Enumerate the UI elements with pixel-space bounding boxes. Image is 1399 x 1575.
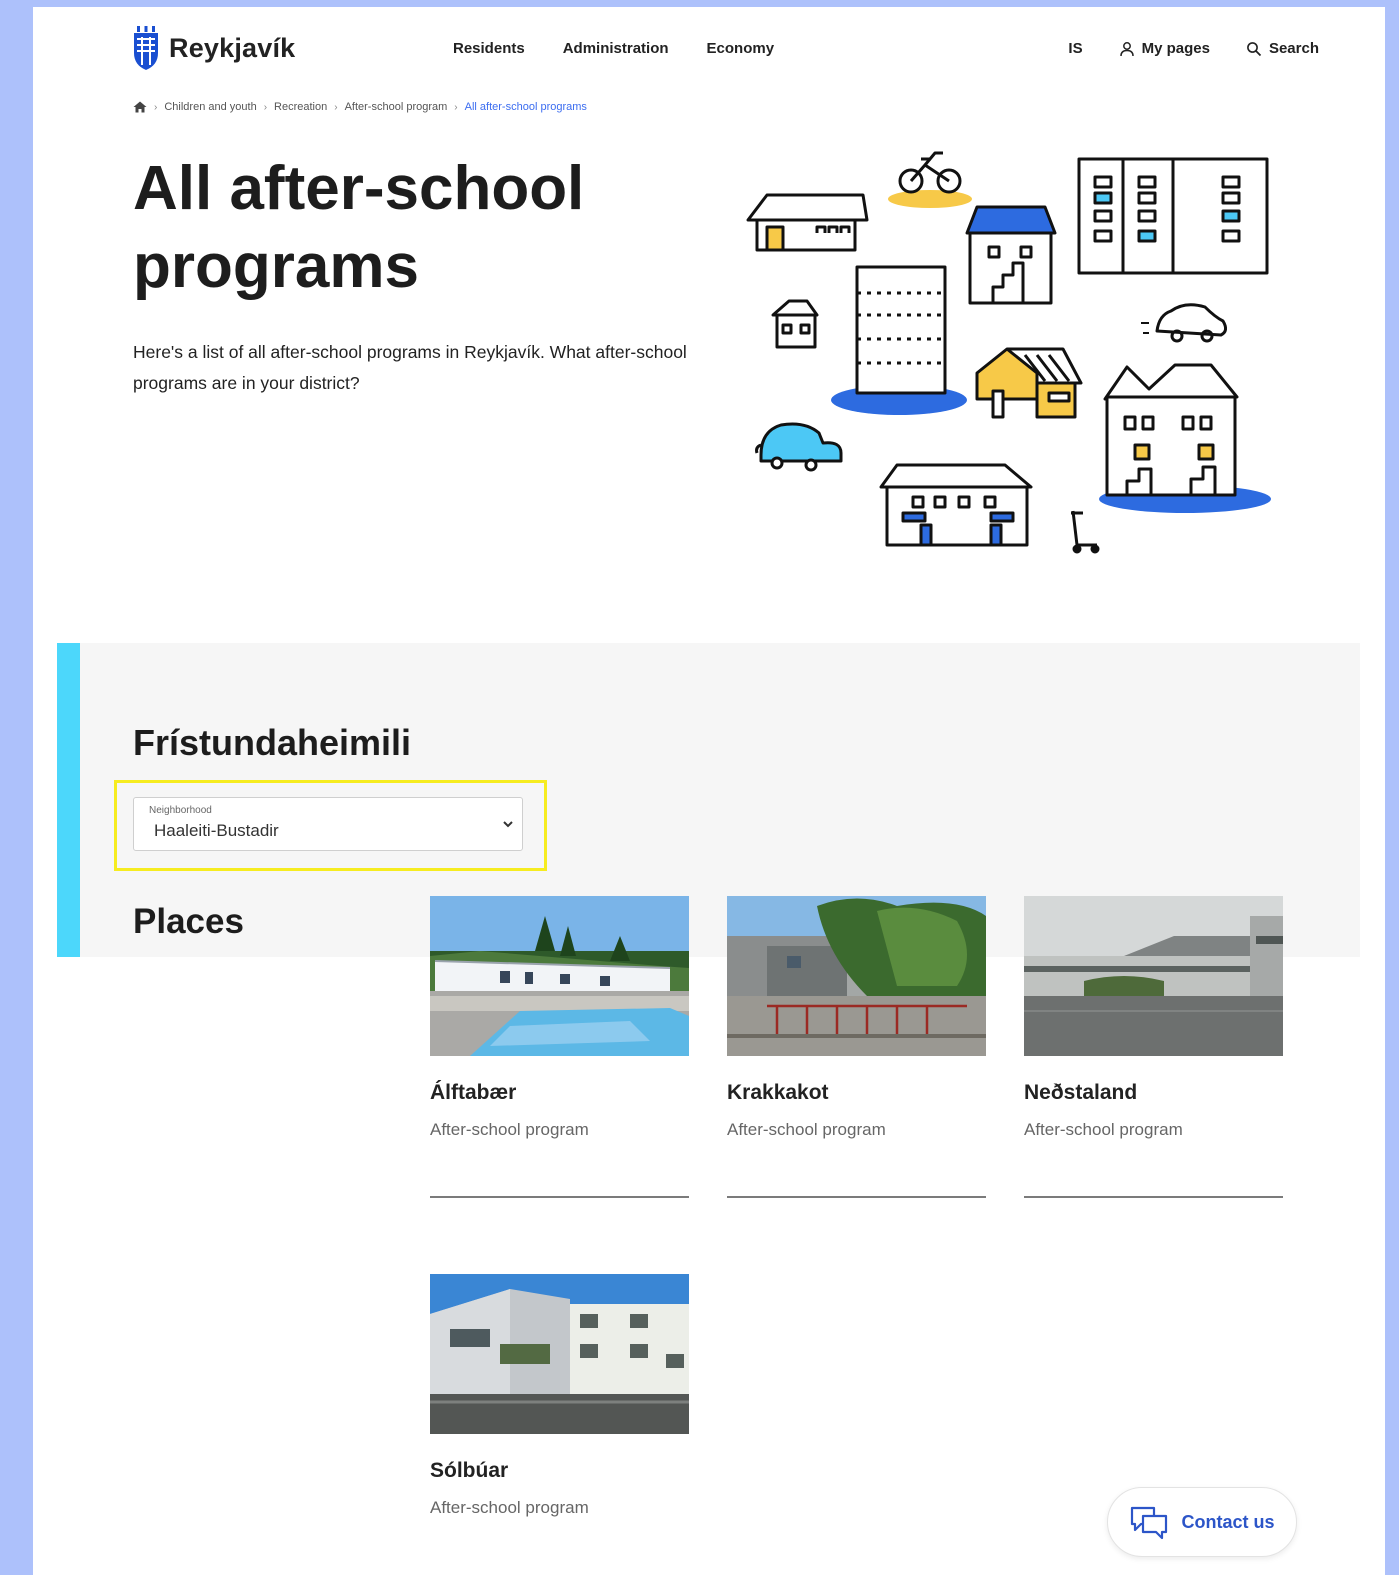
breadcrumb-item-after-school-program[interactable]: After-school program <box>345 101 448 113</box>
main-nav: Residents Administration Economy <box>453 40 774 57</box>
breadcrumb-separator: › <box>263 101 268 113</box>
breadcrumb-separator: › <box>454 101 458 113</box>
contact-us-label: Contact us <box>1181 1511 1275 1532</box>
logo-text: Reykjavík <box>169 32 296 63</box>
place-type: After-school program <box>430 1120 589 1139</box>
neighborhood-select-label: Neighborhood <box>149 805 212 816</box>
section-title: Frístundaheimili <box>133 722 412 763</box>
page-intro: Here's a list of all after-school progra… <box>133 342 687 393</box>
place-photo <box>727 896 986 1056</box>
my-pages-label: My pages <box>1141 40 1210 57</box>
place-type: After-school program <box>1024 1120 1183 1139</box>
place-card[interactable]: Neðstaland After-school program <box>1024 896 1283 1198</box>
place-card[interactable]: Álftabær After-school program <box>430 896 689 1198</box>
user-icon <box>1119 41 1134 56</box>
place-name: Sólbúar <box>430 1459 509 1482</box>
page-title: All after-school programs <box>133 154 585 301</box>
breadcrumb-separator: › <box>334 101 338 113</box>
search-label: Search <box>1268 40 1319 57</box>
breadcrumb-separator: › <box>154 101 158 113</box>
place-type: After-school program <box>727 1120 886 1139</box>
language-switch[interactable]: IS <box>1068 40 1082 57</box>
breadcrumb-item-children-and-youth[interactable]: Children and youth <box>164 101 256 113</box>
place-type: After-school program <box>430 1498 589 1517</box>
search-button[interactable]: Search <box>1246 40 1319 57</box>
card-divider <box>430 1196 689 1198</box>
breadcrumb: › Children and youth › Recreation › Afte… <box>133 101 587 113</box>
accent-bar <box>57 643 80 957</box>
nav-residents[interactable]: Residents <box>453 40 525 57</box>
search-icon <box>1247 41 1262 56</box>
place-card[interactable]: Krakkakot After-school program <box>727 896 986 1198</box>
contact-us-button[interactable]: Contact us <box>1107 1487 1297 1557</box>
card-divider <box>1024 1196 1283 1198</box>
site-logo[interactable]: Reykjavík <box>133 25 295 71</box>
nav-administration[interactable]: Administration <box>563 40 669 57</box>
reykjavik-crest-icon <box>134 26 158 70</box>
city-illustration <box>746 151 1271 554</box>
chevron-down-icon <box>503 821 513 828</box>
breadcrumb-item-recreation[interactable]: Recreation <box>274 101 327 113</box>
chat-bubbles-icon <box>1131 1506 1168 1540</box>
place-name: Krakkakot <box>727 1081 829 1104</box>
place-photo <box>430 896 689 1056</box>
place-name: Neðstaland <box>1024 1081 1138 1104</box>
home-icon[interactable] <box>133 101 147 113</box>
place-photo <box>1024 896 1283 1056</box>
nav-economy[interactable]: Economy <box>707 40 775 57</box>
my-pages-link[interactable]: My pages <box>1119 40 1210 57</box>
page: Reykjavík Residents Administration Econo… <box>33 7 1385 1575</box>
neighborhood-select-value: Haaleiti-Bustadir <box>154 821 279 840</box>
utility-nav: IS My pages Search <box>1068 40 1319 57</box>
place-card[interactable]: Sólbúar After-school program <box>430 1274 689 1518</box>
card-divider <box>727 1196 986 1198</box>
neighborhood-select[interactable]: Neighborhood Haaleiti-Bustadir <box>133 797 523 851</box>
breadcrumb-current: All after-school programs <box>464 101 587 113</box>
place-photo <box>430 1274 689 1434</box>
place-name: Álftabær <box>430 1081 517 1104</box>
language-label: IS <box>1068 40 1083 57</box>
places-title: Places <box>133 902 244 941</box>
